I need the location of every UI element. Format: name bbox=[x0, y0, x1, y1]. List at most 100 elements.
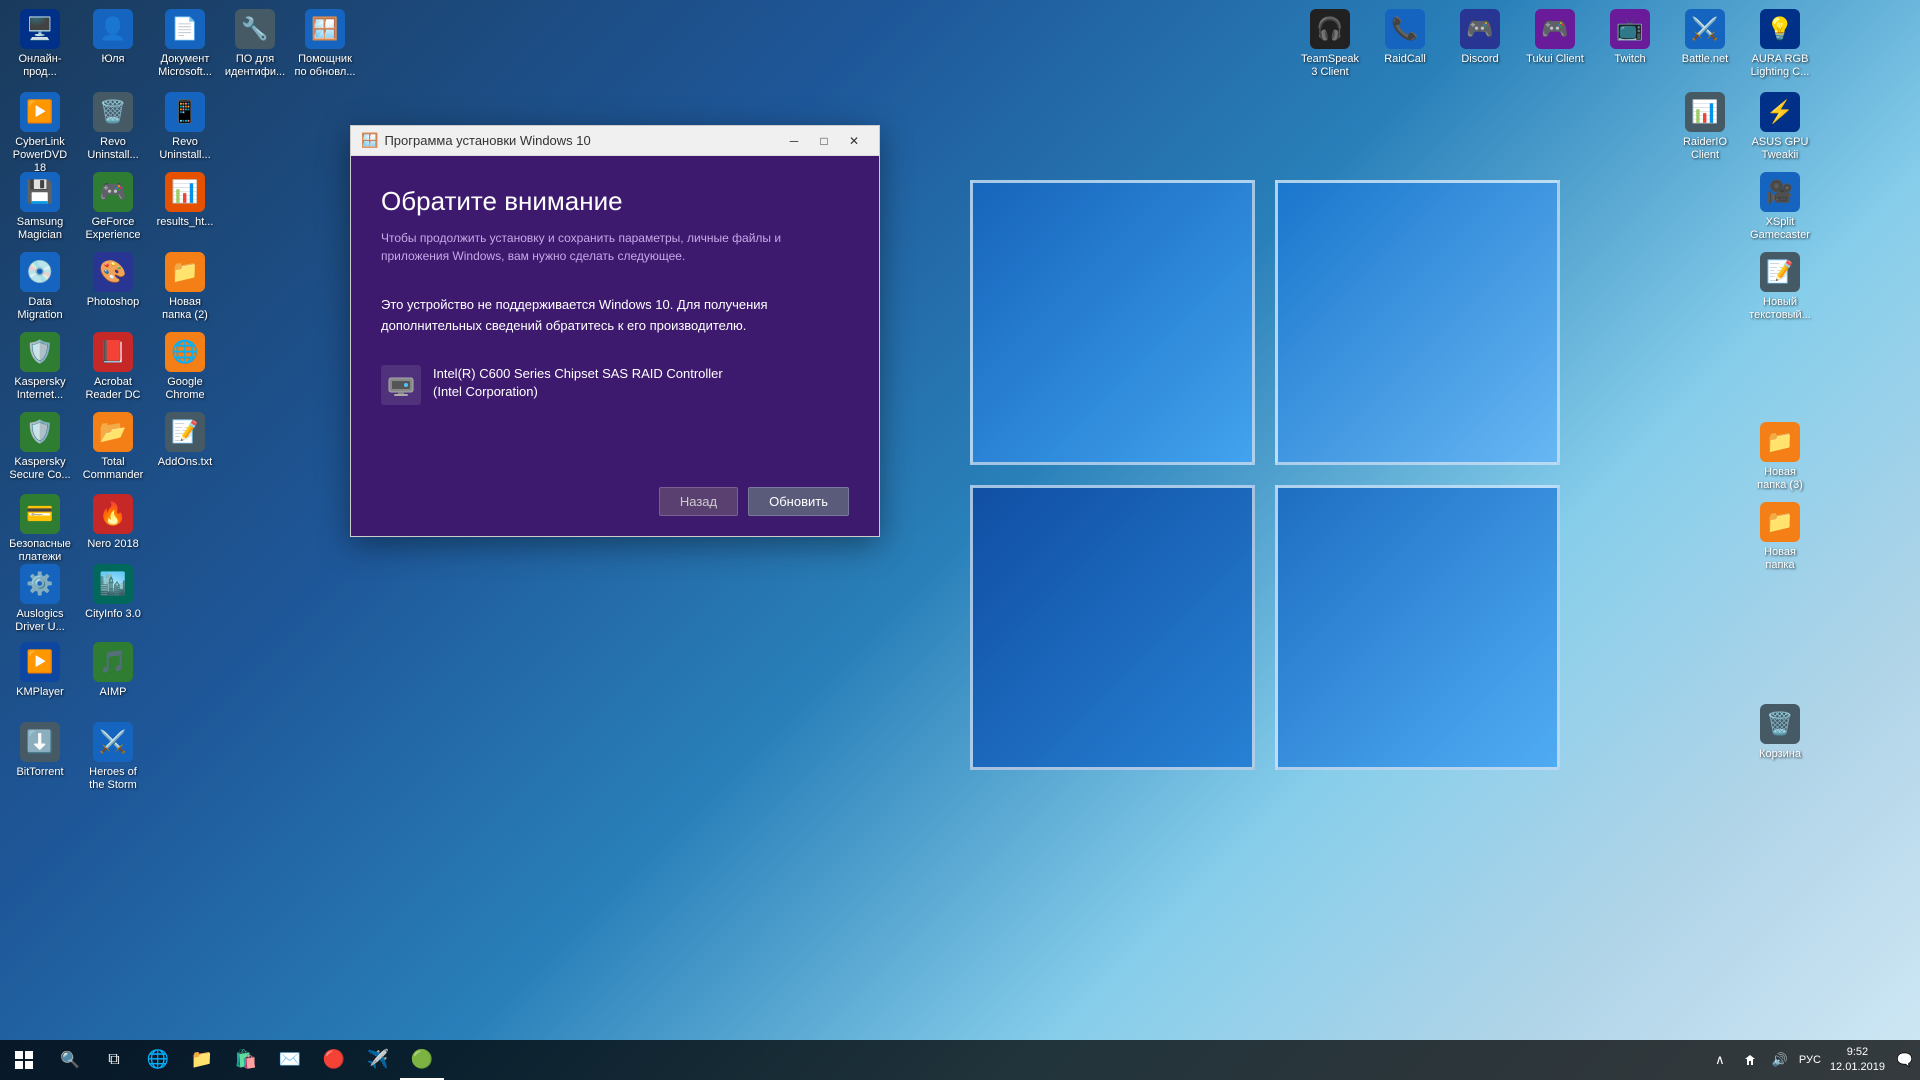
cityinfo-icon: 🏙️ bbox=[93, 564, 133, 604]
taskbar-app-xsplit[interactable]: 🟢 bbox=[400, 1040, 444, 1080]
photoshop-icon: 🎨 bbox=[93, 252, 133, 292]
modal-body: Обратите внимание Чтобы продолжить устан… bbox=[351, 156, 879, 536]
icon-nero[interactable]: 🔥 Nero 2018 bbox=[78, 490, 148, 555]
icon-results[interactable]: 📊 results_ht... bbox=[150, 168, 220, 233]
clock-date: 12.01.2019 bbox=[1830, 1060, 1885, 1075]
windows-logo-decoration bbox=[970, 180, 1570, 780]
language-label: РУС bbox=[1799, 1054, 1821, 1066]
kmplayer-label: KMPlayer bbox=[16, 686, 64, 699]
icon-bittorrent[interactable]: ⬇️ BitTorrent bbox=[5, 718, 75, 783]
kaspersky-internet-icon: 🛡️ bbox=[20, 332, 60, 372]
icon-aimp[interactable]: 🎵 AIMP bbox=[78, 638, 148, 703]
icon-acrobat[interactable]: 📕 Acrobat Reader DC bbox=[78, 328, 148, 406]
icon-raiderio[interactable]: 📊 RaiderIO Client bbox=[1670, 88, 1740, 166]
nero-label: Nero 2018 bbox=[87, 538, 138, 551]
taskbar-app-mail[interactable]: ✉️ bbox=[268, 1040, 312, 1080]
icon-new-folder-2[interactable]: 📁 Новая папка (2) bbox=[150, 248, 220, 326]
icon-aura-rgb[interactable]: 💡 AURA RGB Lighting C... bbox=[1745, 5, 1815, 83]
po-dlya-label: ПО для идентифи... bbox=[224, 53, 286, 79]
icon-discord[interactable]: 🎮 Discord bbox=[1445, 5, 1515, 70]
icon-smart-switch[interactable]: 📱 Revo Uninstall... bbox=[150, 88, 220, 166]
taskbar-app-opera[interactable]: 🔴 bbox=[312, 1040, 356, 1080]
icon-data-migration[interactable]: 💿 Data Migration bbox=[5, 248, 75, 326]
icon-new-folder[interactable]: 📁 Новая папка bbox=[1745, 498, 1815, 576]
icon-total-commander[interactable]: 📂 Total Commander bbox=[78, 408, 148, 486]
icon-yulia[interactable]: 👤 Юля bbox=[78, 5, 148, 70]
cityinfo-label: CityInfo 3.0 bbox=[85, 608, 141, 621]
teamspeak3-icon: 🎧 bbox=[1310, 9, 1350, 49]
modal-minimize-button[interactable]: ─ bbox=[779, 131, 809, 151]
aura-rgb-label: AURA RGB Lighting C... bbox=[1749, 53, 1811, 79]
start-button[interactable] bbox=[0, 1040, 48, 1080]
icon-addons-txt[interactable]: 📝 AddOns.txt bbox=[150, 408, 220, 473]
icon-revo[interactable]: 🗑️ Revo Uninstall... bbox=[78, 88, 148, 166]
modal-titlebar: 🪟 Программа установки Windows 10 ─ □ ✕ bbox=[351, 126, 879, 156]
system-tray: ∧ 🔊 РУС 9:52 12.01.2019 🗨️ bbox=[1705, 1040, 1920, 1080]
icon-heroes-storm[interactable]: ⚔️ Heroes of the Storm bbox=[78, 718, 148, 796]
tray-action-center[interactable]: 🗨️ bbox=[1890, 1040, 1920, 1080]
icon-kaspersky-internet[interactable]: 🛡️ Kaspersky Internet... bbox=[5, 328, 75, 406]
icon-cyberlink[interactable]: ▶️ CyberLink PowerDVD 18 bbox=[5, 88, 75, 180]
asus-gpu-icon: ⚡ bbox=[1760, 92, 1800, 132]
icon-battlenet[interactable]: ⚔️ Battle.net bbox=[1670, 5, 1740, 70]
yulia-label: Юля bbox=[102, 53, 125, 66]
acrobat-icon: 📕 bbox=[93, 332, 133, 372]
icon-po-dlya[interactable]: 🔧 ПО для идентифи... bbox=[220, 5, 290, 83]
icon-geforce[interactable]: 🎮 GeForce Experience bbox=[78, 168, 148, 246]
modal-update-button[interactable]: Обновить bbox=[748, 487, 849, 516]
modal-title-icon: 🪟 bbox=[361, 132, 378, 149]
icon-twitch[interactable]: 📺 Twitch bbox=[1595, 5, 1665, 70]
tray-volume-icon[interactable]: 🔊 bbox=[1765, 1040, 1795, 1080]
taskbar-search-button[interactable]: 🔍 bbox=[48, 1040, 92, 1080]
icon-kmplayer[interactable]: ▶️ KMPlayer bbox=[5, 638, 75, 703]
asus-gpu-label: ASUS GPU Tweakii bbox=[1749, 136, 1811, 162]
modal-back-button[interactable]: Назад bbox=[659, 487, 738, 516]
icon-pomoshnik[interactable]: 🪟 Помощник по обновл... bbox=[290, 5, 360, 83]
icon-cityinfo[interactable]: 🏙️ CityInfo 3.0 bbox=[78, 560, 148, 625]
taskbar-app-explorer[interactable]: 📁 bbox=[180, 1040, 224, 1080]
raiderio-label: RaiderIO Client bbox=[1674, 136, 1736, 162]
icon-xsplit-gamecaster[interactable]: 🎥 XSplit Gamecaster bbox=[1745, 168, 1815, 246]
xsplit-gamecaster-icon: 🎥 bbox=[1760, 172, 1800, 212]
tray-network-icon[interactable] bbox=[1735, 1040, 1765, 1080]
icon-recycle-bin[interactable]: 🗑️ Корзина bbox=[1745, 700, 1815, 765]
icon-google-chrome[interactable]: 🌐 Google Chrome bbox=[150, 328, 220, 406]
modal-maximize-button[interactable]: □ bbox=[809, 131, 839, 151]
icon-tukui[interactable]: 🎮 Tukui Client bbox=[1520, 5, 1590, 70]
google-chrome-label: Google Chrome bbox=[154, 376, 216, 402]
pomoshnik-label: Помощник по обновл... bbox=[294, 53, 356, 79]
bittorrent-icon: ⬇️ bbox=[20, 722, 60, 762]
taskbar-taskview-button[interactable]: ⧉ bbox=[92, 1040, 136, 1080]
aura-rgb-icon: 💡 bbox=[1760, 9, 1800, 49]
search-icon: 🔍 bbox=[60, 1050, 80, 1070]
taskbar-app-telegram[interactable]: ✈️ bbox=[356, 1040, 400, 1080]
icon-asus-gpu[interactable]: ⚡ ASUS GPU Tweakii bbox=[1745, 88, 1815, 166]
icon-bezopasnyie[interactable]: 💳 Безопасные платежи bbox=[5, 490, 75, 568]
geforce-label: GeForce Experience bbox=[82, 216, 144, 242]
raiderio-icon: 📊 bbox=[1685, 92, 1725, 132]
icon-photoshop[interactable]: 🎨 Photoshop bbox=[78, 248, 148, 313]
tray-show-hidden[interactable]: ∧ bbox=[1705, 1040, 1735, 1080]
icon-auslogics[interactable]: ⚙️ Auslogics Driver U... bbox=[5, 560, 75, 638]
word-doc-icon: 📄 bbox=[165, 9, 205, 49]
taskbar-app-edge[interactable]: 🌐 bbox=[136, 1040, 180, 1080]
tray-language[interactable]: РУС bbox=[1795, 1040, 1825, 1080]
taskbar-app-store[interactable]: 🛍️ bbox=[224, 1040, 268, 1080]
icon-online-product[interactable]: 🖥️ Онлайн-прод... bbox=[5, 5, 75, 83]
icon-teamspeak3[interactable]: 🎧 TeamSpeak 3 Client bbox=[1295, 5, 1365, 83]
icon-new-textfile[interactable]: 📝 Новый текстовый... bbox=[1745, 248, 1815, 326]
modal-close-button[interactable]: ✕ bbox=[839, 131, 869, 151]
icon-new-folder-3[interactable]: 📁 Новая папка (3) bbox=[1745, 418, 1815, 496]
discord-label: Discord bbox=[1461, 53, 1498, 66]
photoshop-label: Photoshop bbox=[87, 296, 140, 309]
icon-samsung-magician[interactable]: 💾 Samsung Magician bbox=[5, 168, 75, 246]
icon-word-doc[interactable]: 📄 Документ Microsoft... bbox=[150, 5, 220, 83]
taskbar-clock[interactable]: 9:52 12.01.2019 bbox=[1825, 1045, 1890, 1076]
icon-raidcall[interactable]: 📞 RaidCall bbox=[1370, 5, 1440, 70]
addons-txt-label: AddOns.txt bbox=[158, 456, 212, 469]
discord-icon: 🎮 bbox=[1460, 9, 1500, 49]
icon-kaspersky-secure[interactable]: 🛡️ Kaspersky Secure Co... bbox=[5, 408, 75, 486]
heroes-storm-icon: ⚔️ bbox=[93, 722, 133, 762]
po-dlya-icon: 🔧 bbox=[235, 9, 275, 49]
xsplit-gamecaster-label: XSplit Gamecaster bbox=[1749, 216, 1811, 242]
